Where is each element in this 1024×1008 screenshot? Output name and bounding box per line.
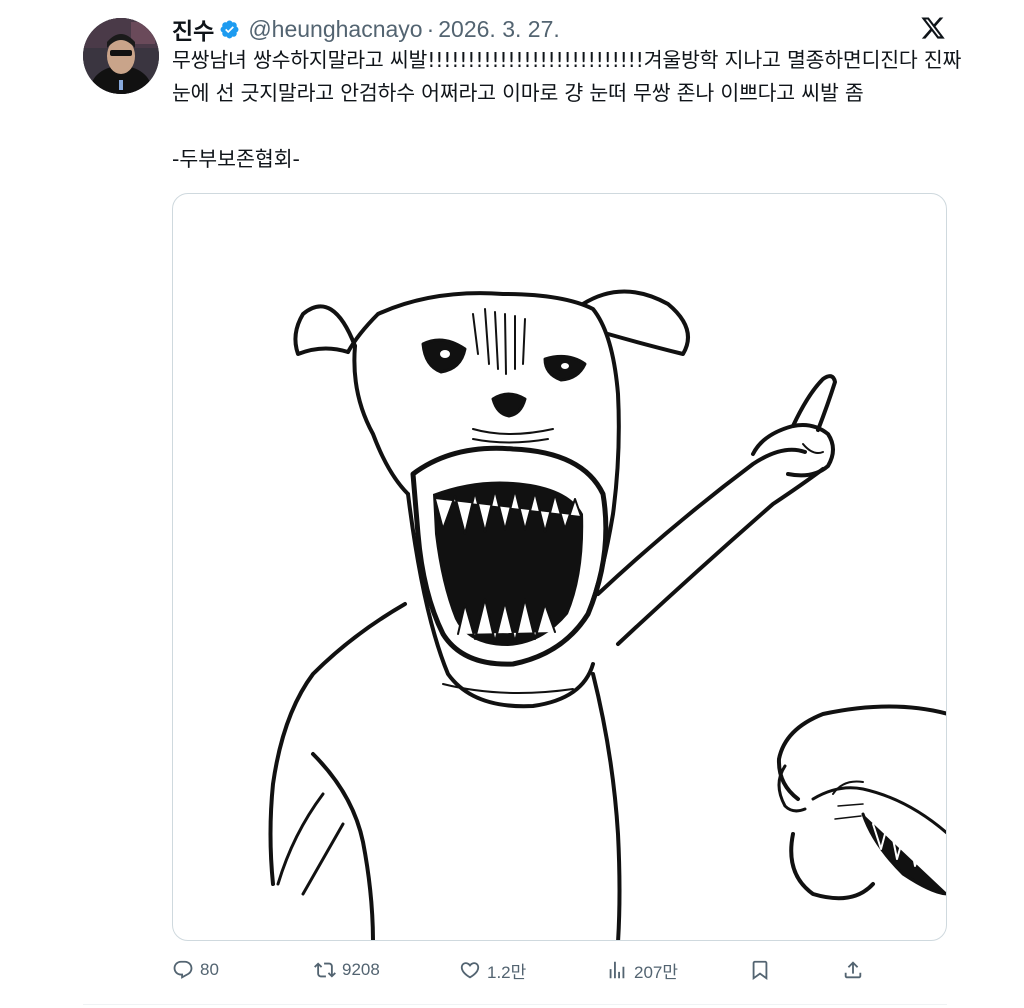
avatar[interactable] [83,18,159,94]
tweet-date[interactable]: 2026. 3. 27. [438,16,560,43]
header-separator: · [426,15,435,42]
avatar-image [83,18,159,94]
dog-meme-drawing [268,289,946,940]
like-button[interactable]: 1.2만 [459,952,526,988]
reply-count: 80 [200,960,219,979]
verified-badge-icon [220,20,239,38]
tweet-text: 무쌍남녀 쌍수하지말라고 씨발!!!!!!!!!!!!!!!!!!!!!!!!!… [172,48,968,105]
tweet-media-image[interactable] [172,193,947,941]
x-logo-icon[interactable] [920,15,946,41]
retweet-button[interactable]: 9208 [314,952,380,988]
tweet-actions: 80 9208 1.2만 207만 [172,952,872,988]
bottom-divider [83,1004,947,1005]
tweet-signature: -두부보존협회- [172,147,300,171]
author-display-name[interactable]: 진수 [172,12,214,46]
tweet-card: 진수 @heunghacnayo · 2026. 3. 27. 무쌍남녀 쌍수하… [0,0,1024,1008]
tweet-header: 진수 @heunghacnayo · 2026. 3. 27. [172,10,560,48]
reply-button[interactable]: 80 [172,952,219,988]
view-count: 207만 [634,962,679,982]
author-handle[interactable]: @heunghacnayo [248,16,422,43]
views-button[interactable]: 207만 [606,952,678,988]
heart-icon [460,962,480,979]
retweet-count: 9208 [342,960,380,979]
share-icon [844,961,862,979]
like-count: 1.2만 [487,962,527,982]
retweet-icon [314,962,336,978]
bookmark-button[interactable] [749,952,777,988]
share-button[interactable] [842,952,870,988]
reply-icon [173,960,193,979]
bookmark-icon [752,960,768,981]
views-chart-icon [609,961,625,979]
